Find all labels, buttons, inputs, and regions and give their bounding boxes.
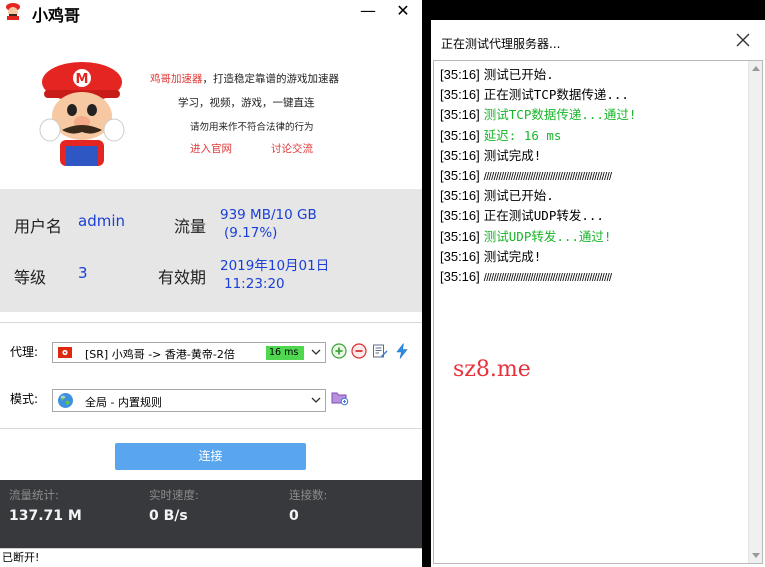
log-line: [35:16] 测试完成!	[440, 146, 636, 166]
proxy-label: 代理:	[10, 345, 39, 359]
log-line: [35:16] 正在测试UDP转发...	[440, 206, 636, 226]
mode-select[interactable]: 全局 - 内置规则	[52, 389, 326, 412]
chevron-down-icon[interactable]	[310, 393, 322, 407]
log-timestamp: [35:16]	[440, 147, 480, 163]
app-title: 小鸡哥	[32, 6, 81, 25]
log-line: [35:16] 延迟: 16 ms	[440, 126, 636, 146]
log-line: [35:16] 测试完成!	[440, 247, 636, 267]
traffic-label: 流量	[174, 217, 207, 236]
username-value: admin	[78, 212, 125, 230]
log-line: [35:16]/////////////////////////////////…	[440, 166, 636, 186]
title-bar: 小鸡哥 — ✕	[0, 0, 422, 25]
remove-icon[interactable]	[351, 343, 367, 359]
log-message: 测试已开始.	[483, 67, 554, 82]
close-button[interactable]: ✕	[394, 2, 412, 20]
mario-avatar-icon: M	[39, 62, 125, 166]
log-line: [35:16] 正在测试TCP数据传递...	[440, 85, 636, 105]
add-icon[interactable]	[331, 343, 347, 359]
log-message: 延迟: 16 ms	[483, 127, 562, 143]
watermark: sz8.me	[453, 357, 531, 382]
log-line: [35:16] 测试TCP数据传递...通过!	[440, 105, 636, 125]
connect-button[interactable]: 连接	[115, 443, 306, 470]
log-timestamp: [35:16]	[440, 228, 480, 244]
log-line: [35:16]/////////////////////////////////…	[440, 267, 636, 287]
divider	[0, 322, 422, 323]
mode-selected-value: 全局 - 内置规则	[85, 396, 162, 409]
log-timestamp: [35:16]	[440, 87, 480, 103]
promo-brand: 鸡哥加速器	[150, 73, 203, 85]
log-message: 测试UDP转发...通过!	[483, 228, 612, 244]
connections-label: 连接数:	[289, 488, 328, 502]
traffic-stats-label: 流量统计:	[9, 488, 59, 502]
traffic-value: 939 MB/10 GB (9.17%)	[220, 206, 317, 242]
speed-label: 实时速度:	[149, 488, 199, 502]
log-timestamp: [35:16]	[440, 127, 480, 143]
promo-line-3: 请勿用来作不符合法律的行为	[190, 122, 314, 133]
status-bar: 已断开!	[0, 548, 422, 567]
svg-text:M: M	[76, 72, 89, 87]
log-message: 测试TCP数据传递...通过!	[483, 107, 637, 123]
scroll-up-icon[interactable]	[752, 65, 760, 71]
expiry-label: 有效期	[158, 268, 207, 287]
log-message: 正在测试UDP转发...	[483, 208, 604, 224]
log-message: 测试完成!	[483, 248, 542, 264]
divider	[0, 428, 422, 429]
scroll-down-icon[interactable]	[752, 553, 760, 559]
log-line: [35:16] 测试已开始.	[440, 186, 636, 206]
official-site-link[interactable]: 进入官网	[190, 141, 232, 156]
log-line: [35:16] 测试UDP转发...通过!	[440, 227, 636, 247]
log-output[interactable]: [35:16] 测试已开始. [35:16] 正在测试TCP数据传递... [35:…	[433, 60, 763, 564]
log-timestamp: [35:16]	[440, 107, 480, 123]
promo-line-1: 鸡哥加速器，打造稳定靠谱的游戏加速器	[150, 71, 339, 86]
log-message: 测试完成!	[483, 147, 542, 163]
log-message: ////////////////////////////////////////…	[483, 170, 612, 183]
scrollbar[interactable]	[748, 61, 762, 563]
proxy-select[interactable]: [SR] 小鸡哥 -> 香港-黄帝-2倍 16 ms	[52, 342, 326, 363]
latency-badge: 16 ms	[266, 346, 304, 360]
log-timestamp: [35:16]	[440, 167, 480, 183]
minimize-button[interactable]: —	[360, 2, 376, 20]
account-info-panel: 用户名 admin 流量 939 MB/10 GB (9.17%) 等级 3 有…	[0, 189, 422, 312]
globe-icon	[58, 393, 73, 408]
log-timestamp: [35:16]	[440, 268, 480, 284]
log-timestamp: [35:16]	[440, 188, 480, 204]
chevron-down-icon[interactable]	[310, 345, 322, 359]
proxy-test-dialog: 正在测试代理服务器... [35:16] 测试已开始. [35:16] 正在测试TC…	[431, 20, 765, 567]
edit-icon[interactable]	[372, 343, 388, 359]
traffic-stats-value: 137.71 M	[9, 508, 82, 524]
log-list: [35:16] 测试已开始. [35:16] 正在测试TCP数据传递... [35:…	[440, 65, 636, 287]
mode-settings-icon[interactable]	[331, 390, 349, 406]
expiry-value: 2019年10月01日 11:23:20	[220, 257, 329, 293]
expiry-time: 11:23:20	[224, 276, 285, 292]
log-message: 正在测试TCP数据传递...	[483, 87, 629, 103]
dialog-title: 正在测试代理服务器...	[441, 37, 561, 51]
log-line: [35:16] 测试已开始.	[440, 65, 636, 85]
log-timestamp: [35:16]	[440, 208, 480, 224]
lightning-icon[interactable]	[394, 343, 410, 359]
traffic-usage: 939 MB/10 GB	[220, 207, 317, 223]
connections-value: 0	[289, 508, 299, 524]
promo-line-2: 学习，视频，游戏，一键直连	[178, 97, 315, 109]
mode-label: 模式:	[10, 392, 39, 406]
stats-panel: 流量统计: 137.71 M 实时速度: 0 B/s 连接数: 0	[0, 480, 422, 548]
mario-logo-icon	[6, 3, 20, 20]
expiry-date: 2019年10月01日	[220, 258, 330, 274]
username-label: 用户名	[14, 217, 63, 236]
log-timestamp: [35:16]	[440, 67, 480, 82]
traffic-percent: (9.17%)	[224, 225, 278, 241]
speed-value: 0 B/s	[149, 508, 188, 524]
log-message: ////////////////////////////////////////…	[483, 271, 612, 284]
log-message: 测试已开始.	[483, 188, 554, 204]
promo-slogan: ，打造稳定靠谱的游戏加速器	[202, 73, 340, 85]
level-value: 3	[78, 264, 88, 282]
level-label: 等级	[14, 268, 47, 287]
main-window: 小鸡哥 — ✕ M 鸡哥加速器，打造稳定靠谱的游戏加速器 学习，视频，游戏，一键…	[0, 0, 422, 567]
log-timestamp: [35:16]	[440, 248, 480, 264]
proxy-selected-value: [SR] 小鸡哥 -> 香港-黄帝-2倍	[85, 348, 235, 361]
hong-kong-flag-icon	[58, 347, 72, 358]
close-icon[interactable]	[735, 32, 751, 48]
forum-link[interactable]: 讨论交流	[271, 141, 313, 156]
